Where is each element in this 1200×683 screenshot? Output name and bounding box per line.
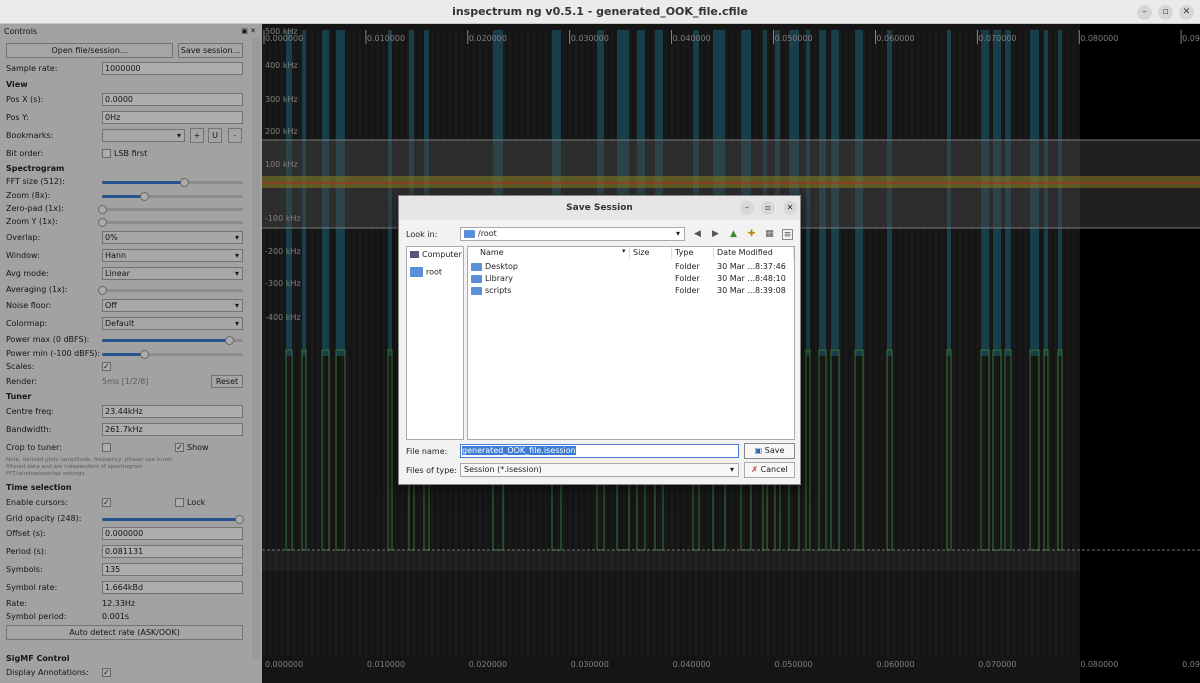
home-folder-icon xyxy=(410,267,423,277)
file-name: Library xyxy=(485,274,513,283)
column-name[interactable]: Name xyxy=(468,247,630,259)
file-row[interactable]: Desktop Folder 30 Mar ...8:37:46 xyxy=(468,261,794,273)
close-window-button[interactable]: ✕ xyxy=(1179,5,1194,20)
folder-icon xyxy=(464,229,475,238)
save-session-dialog: Save Session – ▫ ✕ Look in: /root ▾ ◀ ▶ … xyxy=(398,195,801,485)
maximize-button[interactable]: ▫ xyxy=(1158,5,1173,20)
file-type: Folder xyxy=(675,274,700,283)
chevron-down-icon: ▾ xyxy=(675,229,680,238)
folder-icon xyxy=(471,274,482,283)
file-type: Folder xyxy=(675,286,700,295)
detail-view-icon[interactable]: ≡ xyxy=(782,229,793,240)
back-icon[interactable]: ◀ xyxy=(692,229,703,240)
column-type[interactable]: Type xyxy=(672,247,714,259)
cancel-button-label: Cancel xyxy=(760,465,788,474)
lookin-path: /root xyxy=(478,229,497,238)
parent-directory-icon[interactable]: ▲ xyxy=(728,229,739,240)
new-folder-icon[interactable]: ✚ xyxy=(746,229,757,240)
file-list: Name ▾ Size Type Date Modified Desktop Fo… xyxy=(467,246,795,440)
places-sidebar: Computer root xyxy=(406,246,464,440)
filetype-label: Files of type: xyxy=(406,466,457,475)
places-item-computer[interactable]: Computer xyxy=(410,250,462,259)
file-name-cell: Library xyxy=(471,273,513,285)
forward-icon[interactable]: ▶ xyxy=(710,229,721,240)
file-date: 30 Mar ...8:37:46 xyxy=(717,262,786,271)
save-icon: ▣ xyxy=(754,446,763,455)
filename-label: File name: xyxy=(406,447,448,456)
column-size[interactable]: Size xyxy=(630,247,672,259)
lookin-label: Look in: xyxy=(406,230,438,239)
column-date[interactable]: Date Modified xyxy=(714,247,794,259)
file-name: Desktop xyxy=(485,262,518,271)
list-view-icon[interactable]: ▦ xyxy=(764,229,775,240)
computer-icon xyxy=(410,251,419,258)
cancel-icon: ✗ xyxy=(751,465,759,474)
file-name-cell: scripts xyxy=(471,285,511,297)
save-button[interactable]: ▣ Save xyxy=(744,443,795,459)
cancel-button[interactable]: ✗ Cancel xyxy=(744,462,795,478)
file-name: scripts xyxy=(485,286,512,295)
places-label-root: root xyxy=(426,267,443,277)
minimize-button[interactable]: – xyxy=(1137,5,1152,20)
filename-input[interactable]: generated_OOK_file.isession xyxy=(460,444,739,458)
lookin-combo[interactable]: /root ▾ xyxy=(460,227,685,241)
window-titlebar: inspectrum ng v0.5.1 - generated_OOK_fil… xyxy=(0,0,1200,24)
folder-icon xyxy=(471,286,482,295)
file-row[interactable]: scripts Folder 30 Mar ...8:39:08 xyxy=(468,285,794,297)
file-name-cell: Desktop xyxy=(471,261,518,273)
file-type: Folder xyxy=(675,262,700,271)
filename-text: generated_OOK_file.isession xyxy=(462,446,576,455)
dialog-close-button[interactable]: ✕ xyxy=(783,201,797,215)
dialog-maximize-button[interactable]: ▫ xyxy=(761,201,775,215)
places-item-root[interactable]: root xyxy=(410,267,442,277)
save-button-label: Save xyxy=(764,446,785,455)
places-label-computer: Computer xyxy=(422,250,462,259)
chevron-down-icon: ▾ xyxy=(729,465,734,474)
filetype-value: Session (*.isession) xyxy=(464,465,542,474)
window-title: inspectrum ng v0.5.1 - generated_OOK_fil… xyxy=(452,5,748,18)
dialog-minimize-button[interactable]: – xyxy=(740,201,754,215)
folder-icon xyxy=(471,262,482,271)
filetype-select[interactable]: Session (*.isession) ▾ xyxy=(460,463,739,477)
file-date: 30 Mar ...8:39:08 xyxy=(717,286,786,295)
sort-indicator-icon: ▾ xyxy=(622,247,626,255)
file-date: 30 Mar ...8:48:10 xyxy=(717,274,786,283)
file-row[interactable]: Library Folder 30 Mar ...8:48:10 xyxy=(468,273,794,285)
